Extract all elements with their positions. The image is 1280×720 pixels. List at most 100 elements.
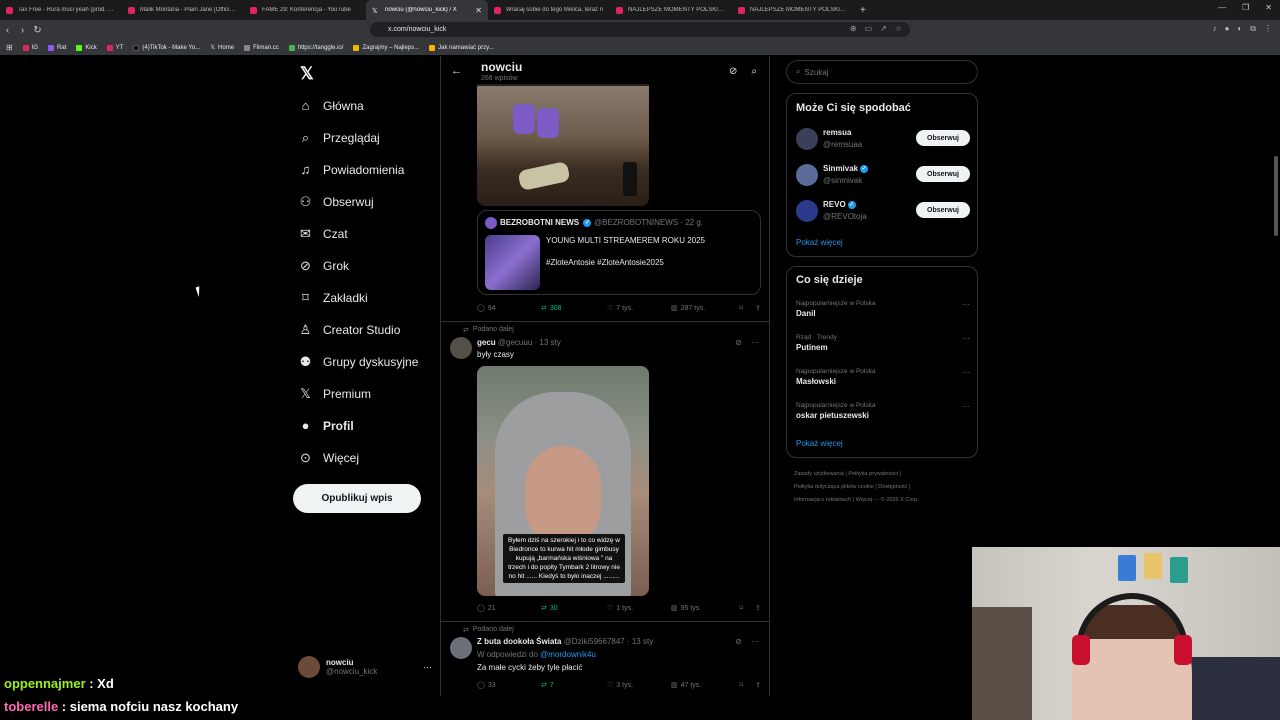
more-dots-icon[interactable]: ··· <box>962 402 970 411</box>
nav-item-follow[interactable]: ⚇ Obserwuj <box>298 194 374 210</box>
nav-item-premium[interactable]: 𝕏 Premium <box>298 386 371 402</box>
browser-tab[interactable]: NAJLEPSZE MOMENTY POLSKIEGO T <box>610 0 732 20</box>
trend-item[interactable]: Najpopularniejsze w Polska Danil ··· <box>796 300 970 318</box>
more-dots-icon[interactable]: ··· <box>962 368 970 377</box>
nav-item-creator-studio[interactable]: ♙ Creator Studio <box>298 322 401 338</box>
follow-button[interactable]: Obserwuj <box>916 166 970 182</box>
nav-item-explore[interactable]: ⌕ Przeglądaj <box>298 130 380 146</box>
bookmark-star-icon[interactable]: ☆ <box>895 24 902 33</box>
browser-tab-active[interactable]: 𝕏nowciu (@nowciu_kick) / X ✕ <box>366 0 488 20</box>
follow-button[interactable]: Obserwuj <box>916 130 970 146</box>
footer-link[interactable]: Informacja o reklamach <box>794 497 851 503</box>
audio-icon[interactable]: ♪ <box>1213 24 1217 34</box>
nav-item-home[interactable]: ⌂ Główna <box>298 98 364 113</box>
bookmark-icon[interactable]: ⌑ <box>740 604 744 612</box>
post-author[interactable]: gecu @gecuuu · 13 sty <box>477 338 561 347</box>
more-dots-icon[interactable]: ··· <box>751 637 759 646</box>
mention-link[interactable]: @mordownik4u <box>540 650 596 659</box>
bookmark-item[interactable]: 𝕏 Home <box>210 44 234 52</box>
nav-item-bookmarks[interactable]: ⌑ Zakładki <box>298 290 368 306</box>
more-dots-icon[interactable]: ··· <box>962 300 970 309</box>
suggested-user[interactable]: REVO ✓ @REVOtoja Obserwuj <box>796 198 970 226</box>
search-input[interactable]: ⌕ Szukaj <box>786 60 978 84</box>
nav-item-more[interactable]: ⊙ Więcej <box>298 450 359 466</box>
repost-button[interactable]: ⇄ 7 <box>541 681 607 690</box>
apps-icon[interactable]: ⊞ <box>6 43 13 52</box>
grok-icon[interactable]: ⊘ <box>735 637 742 646</box>
forward-icon[interactable]: › <box>15 25 30 36</box>
browser-tab[interactable]: Malik Montana - Plain Jane [Official M <box>122 0 244 20</box>
bookmark-item[interactable]: Jak namawiać przy... <box>429 44 494 51</box>
post-button[interactable]: Opublikuj wpis <box>293 484 421 513</box>
views-button[interactable]: ▥ 47 tys. <box>671 681 735 690</box>
bookmark-item[interactable]: Kick <box>76 44 97 51</box>
bookmark-item[interactable]: Zagrajmy – Najleps... <box>353 44 419 51</box>
back-icon[interactable]: ‹ <box>0 25 15 36</box>
close-window-icon[interactable]: ✕ <box>1265 3 1272 12</box>
extension-icon[interactable]: ◐ <box>1237 24 1242 34</box>
reply-button[interactable]: ◯ 33 <box>477 681 541 690</box>
share-icon[interactable]: ⇪ <box>755 604 761 612</box>
minimize-icon[interactable]: — <box>1218 3 1226 12</box>
extension-icon[interactable]: ● <box>1225 24 1230 34</box>
browser-tab[interactable]: Wracaj sobie do tego Mielca, teraz n <box>488 0 610 20</box>
views-button[interactable]: ▥ 287 tys. <box>671 304 735 313</box>
address-bar[interactable]: x.com/nowciu_kick ⊕ ▭ ↗ ☆ <box>370 22 910 37</box>
back-arrow-icon[interactable]: ← <box>451 65 462 77</box>
menu-icon[interactable]: ⋮ <box>1264 24 1272 34</box>
like-button[interactable]: ♡ 1 tys. <box>607 604 671 613</box>
repost-button[interactable]: ⇄ 30 <box>541 604 607 613</box>
nav-item-notifications[interactable]: ♫ Powiadomienia <box>298 162 405 177</box>
grok-icon[interactable]: ⊘ <box>729 66 737 77</box>
footer-link[interactable]: Więcej ··· <box>856 497 880 503</box>
quoted-image[interactable] <box>485 235 540 290</box>
post-author[interactable]: Z buta dookoła Świata @Dziki59667847 · 1… <box>477 637 653 646</box>
scrollbar-thumb[interactable] <box>1274 156 1278 236</box>
bookmark-item[interactable]: (4)TikTok - Make Yo... <box>133 44 200 51</box>
suggested-user[interactable]: Sinmivak ✓ @sinmivak Obserwuj <box>796 162 970 190</box>
quoted-hashtags[interactable]: #ZloteAntosie #ZloteAntosie2025 <box>546 258 664 267</box>
footer-link[interactable]: Polityka dotycząca plików cookie <box>794 484 874 490</box>
share-icon[interactable]: ⇪ <box>755 304 761 312</box>
grok-icon[interactable]: ⊘ <box>735 338 742 347</box>
post-image[interactable] <box>477 84 649 206</box>
new-tab-icon[interactable]: + <box>860 5 866 16</box>
search-icon[interactable]: ⌕ <box>751 66 757 77</box>
show-more-link[interactable]: Pokaż więcej <box>796 439 843 448</box>
account-switcher[interactable]: nowciu @nowciu_kick ··· <box>298 656 432 678</box>
views-button[interactable]: ▥ 95 tys. <box>671 604 735 613</box>
bookmark-item[interactable]: Rat <box>48 44 66 51</box>
bookmark-icon[interactable]: ⌑ <box>740 304 744 312</box>
bookmark-item[interactable]: YT <box>106 44 123 51</box>
trend-item[interactable]: Rząd · Trendy Putinem ··· <box>796 334 970 352</box>
avatar[interactable] <box>450 637 472 659</box>
bookmark-item[interactable]: https://tanggle.io/ <box>288 44 343 51</box>
trend-item[interactable]: Najpopularniejsze w Polska oskar pietusz… <box>796 402 970 420</box>
share-icon[interactable]: ⇪ <box>755 681 761 689</box>
like-button[interactable]: ♡ 7 tys. <box>607 304 671 313</box>
suggested-user[interactable]: remsua @remsuaa Obserwuj <box>796 126 970 154</box>
bookmark-item[interactable]: Filman.cc <box>244 44 279 51</box>
repost-button[interactable]: ⇄ 308 <box>541 304 607 313</box>
post-image[interactable]: Byłem dziś na szerokiej i to co widzę w … <box>477 366 649 596</box>
browser-tab[interactable]: Tax Free - Rura musi yeah (prod. CLIC <box>0 0 122 20</box>
nav-item-chat[interactable]: ✉ Czat <box>298 226 348 242</box>
reply-button[interactable]: ◯ 21 <box>477 604 541 613</box>
more-dots-icon[interactable]: ··· <box>962 334 970 343</box>
more-dots-icon[interactable]: ··· <box>751 338 759 347</box>
footer-link[interactable]: Polityka prywatności <box>848 471 898 477</box>
nav-item-communities[interactable]: ⚉ Grupy dyskusyjne <box>298 354 419 370</box>
nav-item-grok[interactable]: ⊘ Grok <box>298 258 349 274</box>
zoom-icon[interactable]: ⊕ <box>850 24 857 33</box>
footer-link[interactable]: Zasady użytkowania <box>794 471 844 477</box>
nav-item-profile[interactable]: ● Profil <box>298 418 354 433</box>
footer-link[interactable]: Dostępność <box>878 484 907 490</box>
share-icon[interactable]: ↗ <box>880 24 887 33</box>
bookmark-icon[interactable]: ⌑ <box>740 681 744 689</box>
trend-item[interactable]: Najpopularniejsze w Polska Masłowski ··· <box>796 368 970 386</box>
quoted-post[interactable]: BEZROBOTNI NEWS ✓ @BEZROBOTNINEWS · 22 g… <box>477 210 761 295</box>
show-more-link[interactable]: Pokaż więcej <box>796 238 843 247</box>
x-logo-icon[interactable]: 𝕏 <box>300 64 314 84</box>
like-button[interactable]: ♡ 3 tys. <box>607 681 671 690</box>
more-dots-icon[interactable]: ··· <box>423 662 432 672</box>
